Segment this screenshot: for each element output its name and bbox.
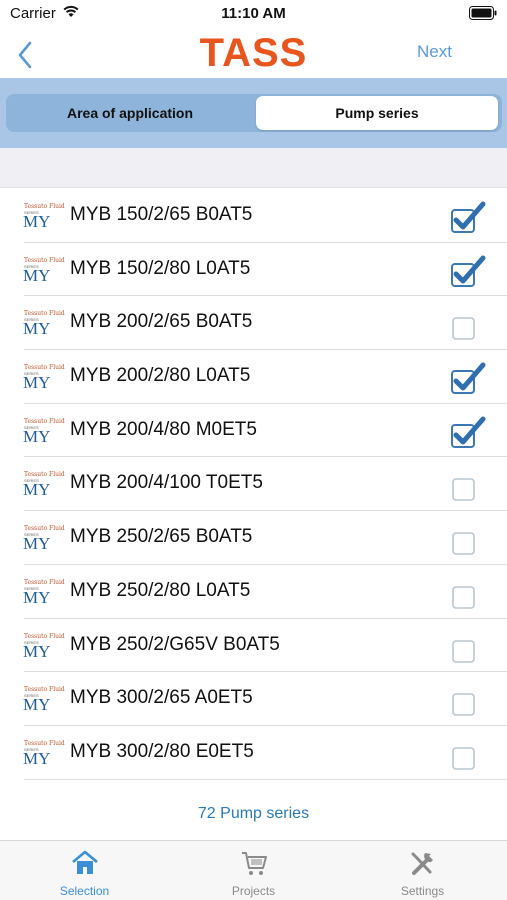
series-logo-icon: Tessuto Fluid SERIES MY [23, 739, 65, 768]
clock: 11:10 AM [221, 5, 286, 22]
pump-name: MYB 250/2/G65V B0AT5 [70, 633, 280, 655]
pump-row[interactable]: Tessuto Fluid SERIES MY MYB 250/2/65 B0AT5 [0, 511, 507, 565]
segmented-control: Area of application Pump series [6, 94, 502, 132]
tab-label: Settings [400, 884, 445, 898]
pump-row[interactable]: Tessuto Fluid SERIES MY MYB 200/4/100 T0ET5 [0, 457, 507, 512]
tab-label: Selection [59, 884, 110, 898]
pump-row[interactable]: Tessuto Fluid SERIES MY MYB 300/2/65 A0ET5 [0, 672, 507, 726]
pump-row[interactable]: Tessuto Fluid SERIES MY MYB 150/2/80 L0AT5 [0, 243, 507, 297]
tab-selection[interactable]: Selection [0, 841, 169, 900]
checkbox-checked-icon[interactable] [450, 416, 486, 450]
pump-name: MYB 250/2/65 B0AT5 [70, 526, 253, 548]
series-logo-icon: Tessuto Fluid SERIES MY [23, 256, 65, 285]
list-header-spacer [0, 148, 507, 188]
pump-row[interactable]: Tessuto Fluid SERIES MY MYB 200/4/80 M0ET5 [0, 404, 507, 458]
tools-icon [338, 849, 507, 882]
series-logo-icon: Tessuto Fluid SERIES MY [23, 525, 65, 554]
segment-area-of-application[interactable]: Area of application [8, 96, 252, 130]
segment-area: Area of application Pump series [0, 78, 507, 148]
pump-name: MYB 300/2/65 A0ET5 [70, 687, 253, 709]
pump-name: MYB 200/2/80 L0AT5 [70, 365, 251, 387]
series-logo-icon: Tessuto Fluid SERIES MY [23, 471, 65, 500]
pump-name: MYB 150/2/80 L0AT5 [70, 257, 251, 279]
checkbox-checked-icon[interactable] [450, 201, 486, 235]
checkbox-empty-icon[interactable] [450, 577, 486, 611]
pump-name: MYB 250/2/80 L0AT5 [70, 579, 251, 601]
checkbox-checked-icon[interactable] [450, 255, 486, 289]
pump-row[interactable]: Tessuto Fluid SERIES MY MYB 200/2/65 B0AT5 [0, 296, 507, 351]
pump-row[interactable]: Tessuto Fluid SERIES MY MYB 250/2/80 L0AT5 [0, 565, 507, 619]
series-logo-icon: Tessuto Fluid SERIES MY [23, 417, 65, 446]
navigation-bar: TASS Next [0, 30, 507, 78]
pump-name: MYB 200/4/80 M0ET5 [70, 418, 257, 440]
checkbox-checked-icon[interactable] [450, 362, 486, 396]
pump-row[interactable]: Tessuto Fluid SERIES MY MYB 150/2/65 B0AT5 [0, 189, 507, 243]
tab-settings[interactable]: Settings [338, 841, 507, 900]
home-icon [0, 849, 169, 882]
pump-name: MYB 150/2/65 B0AT5 [70, 204, 253, 225]
series-logo-icon: Tessuto Fluid SERIES MY [23, 203, 65, 231]
checkbox-empty-icon[interactable] [450, 469, 486, 503]
tab-bar: Selection Projects Settings [0, 840, 507, 900]
pump-series-count: 72 Pump series [197, 805, 310, 822]
pump-name: MYB 200/4/100 T0ET5 [70, 472, 263, 494]
pump-row[interactable]: Tessuto Fluid SERIES MY MYB 250/2/G65V B0AT… [0, 619, 507, 673]
checkbox-empty-icon[interactable] [450, 738, 486, 772]
row-divider [24, 778, 507, 780]
pump-name: MYB 200/2/65 B0AT5 [70, 311, 253, 333]
checkbox-empty-icon[interactable] [450, 631, 486, 665]
next-button[interactable]: Next [417, 42, 452, 62]
pump-row[interactable]: Tessuto Fluid SERIES MY MYB 200/2/80 L0AT5 [0, 350, 507, 404]
segment-pump-series[interactable]: Pump series [256, 96, 498, 130]
tab-projects[interactable]: Projects [169, 841, 338, 900]
checkbox-empty-icon[interactable] [450, 523, 486, 557]
checkbox-empty-icon[interactable] [450, 308, 486, 342]
series-logo-icon: Tessuto Fluid SERIES MY [23, 578, 65, 607]
series-logo-icon: Tessuto Fluid SERIES MY [23, 364, 65, 393]
series-logo-icon: Tessuto Fluid SERIES MY [23, 632, 65, 661]
pump-name: MYB 300/2/80 E0ET5 [70, 740, 254, 762]
pump-series-list: Tessuto Fluid SERIES MY MYB 150/2/65 B0AT5 T… [0, 189, 507, 780]
cart-icon [169, 849, 338, 882]
series-logo-icon: Tessuto Fluid SERIES MY [23, 686, 65, 715]
battery-icon [469, 6, 497, 25]
checkbox-empty-icon[interactable] [450, 684, 486, 718]
status-bar: Carrier 11:10 AM [0, 0, 507, 30]
series-logo-icon: Tessuto Fluid SERIES MY [23, 310, 65, 339]
pump-row[interactable]: Tessuto Fluid SERIES MY MYB 300/2/80 E0ET5 [0, 726, 507, 780]
tab-label: Projects [231, 884, 276, 898]
